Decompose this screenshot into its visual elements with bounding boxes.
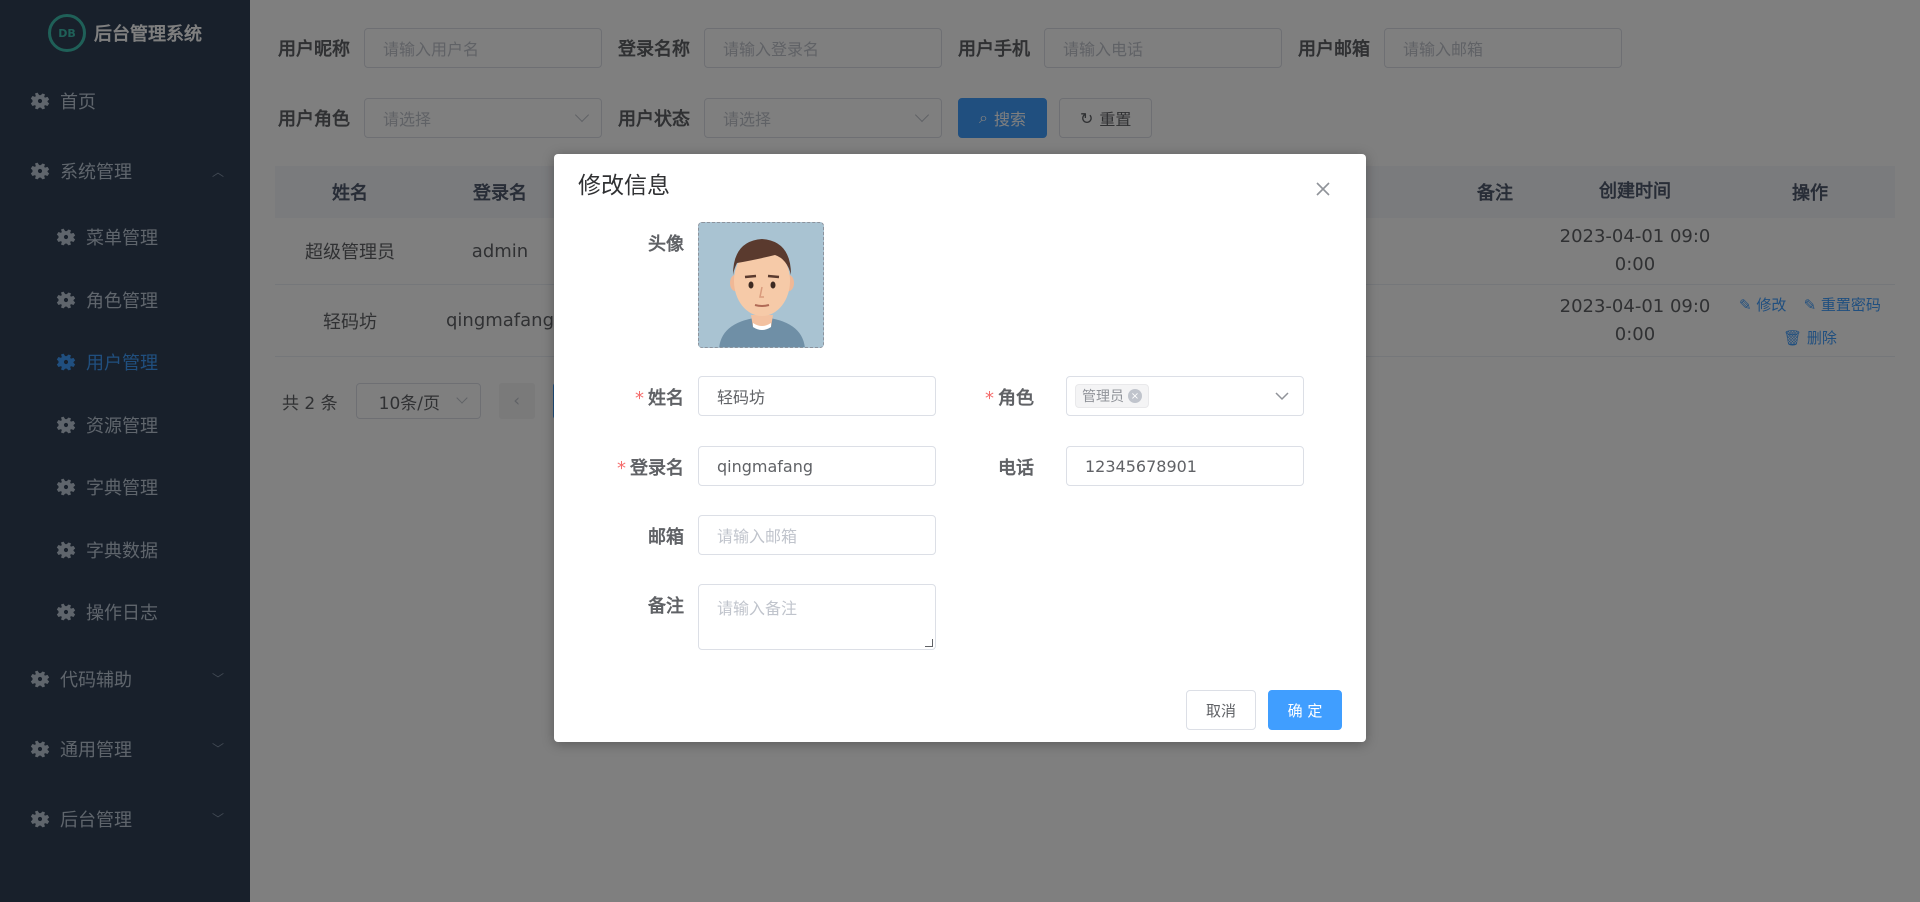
email-input[interactable]: 请输入邮箱 bbox=[698, 515, 936, 555]
resize-handle-icon[interactable] bbox=[925, 639, 933, 647]
name-label: * 姓名 bbox=[584, 384, 684, 410]
close-icon[interactable]: × bbox=[1128, 389, 1142, 403]
login-name-label-text: 登录名 bbox=[630, 458, 684, 479]
role-multiselect[interactable]: 管理员 × bbox=[1066, 376, 1304, 416]
name-label-text: 姓名 bbox=[648, 388, 684, 409]
role-label-text: 角色 bbox=[998, 388, 1034, 409]
role-tag: 管理员 × bbox=[1075, 384, 1149, 408]
phone-label: 电话 bbox=[998, 458, 1034, 479]
email-label: 邮箱 bbox=[648, 527, 684, 548]
close-icon[interactable] bbox=[1314, 180, 1332, 198]
chevron-down-icon bbox=[1275, 392, 1289, 401]
name-input[interactable]: 轻码坊 bbox=[698, 376, 936, 416]
confirm-button[interactable]: 确 定 bbox=[1268, 690, 1342, 730]
required-mark: * bbox=[985, 388, 994, 409]
app-root: DB 后台管理系统 首页 系统管理 ︿ 菜单管理 角色管理 用户管理 资源管理 bbox=[0, 0, 1920, 902]
dialog-title: 修改信息 bbox=[578, 173, 670, 199]
avatar-upload[interactable] bbox=[698, 222, 824, 348]
login-name-input[interactable]: qingmafang bbox=[698, 446, 936, 486]
note-textarea[interactable]: 请输入备注 bbox=[698, 584, 936, 650]
phone-input[interactable]: 12345678901 bbox=[1066, 446, 1304, 486]
edit-user-dialog: 修改信息 头像 * 姓名 轻码坊 * 角色 管理员 × * 登录名 qingma… bbox=[554, 154, 1366, 742]
avatar bbox=[699, 223, 823, 347]
required-mark: * bbox=[617, 458, 626, 479]
required-mark: * bbox=[635, 388, 644, 409]
cancel-button[interactable]: 取消 bbox=[1186, 690, 1256, 730]
role-label: * 角色 bbox=[934, 384, 1034, 410]
role-tag-label: 管理员 bbox=[1082, 389, 1124, 405]
avatar-label: 头像 bbox=[648, 234, 684, 255]
note-label: 备注 bbox=[648, 596, 684, 617]
note-placeholder: 请输入备注 bbox=[717, 599, 798, 618]
login-name-label: * 登录名 bbox=[584, 454, 684, 480]
